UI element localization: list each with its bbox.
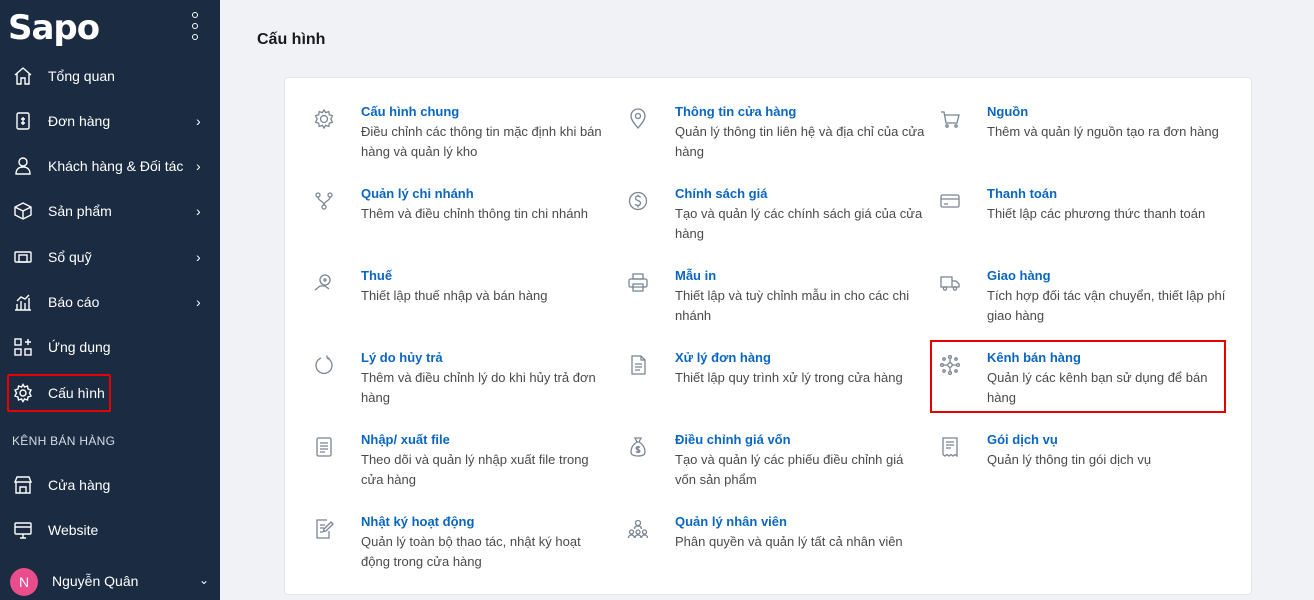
item-title: Nhật ký hoạt động	[361, 514, 475, 529]
item-title: Quản lý chi nhánh	[361, 186, 474, 201]
chevron-down-icon: ⌄	[199, 573, 210, 587]
chevron-right-icon: ›	[196, 249, 201, 265]
truck-icon	[939, 272, 961, 294]
sidebar-item-website[interactable]: Website	[0, 508, 220, 552]
chevron-right-icon: ›	[196, 294, 201, 310]
sidebar-item-reports[interactable]: Báo cáo ›	[0, 280, 220, 324]
sidebar-item-overview[interactable]: Tổng quan	[0, 54, 220, 98]
item-description: Quản lý thông tin gói dịch vụ	[987, 452, 1152, 467]
item-description: Tạo và quản lý các chính sách giá của cử…	[675, 206, 923, 241]
item-description: Quản lý thông tin liên hệ và địa chỉ của…	[675, 124, 925, 159]
chevron-right-icon: ›	[196, 113, 201, 129]
item-description: Thêm và điều chỉnh lý do khi hủy trả đơn…	[361, 370, 596, 405]
item-description: Tạo và quản lý các phiếu điều chỉnh giá …	[675, 452, 904, 487]
user-menu[interactable]: N Nguyễn Quân ⌄	[0, 562, 220, 600]
location-pin-icon	[627, 108, 649, 130]
staff-icon	[627, 518, 649, 540]
sidebar-item-apps[interactable]: Ứng dụng	[0, 325, 220, 369]
sidebar-item-products[interactable]: Sản phẩm ›	[0, 189, 220, 233]
brand-name: Sapo	[8, 8, 100, 48]
box-icon	[12, 200, 34, 222]
chevron-right-icon: ›	[196, 203, 201, 219]
sidebar-item-label: Khách hàng & Đối tác	[48, 158, 184, 174]
page-title: Cấu hình	[257, 31, 326, 48]
item-description: Thiết lập các phương thức thanh toán	[987, 206, 1206, 221]
item-title: Điều chỉnh giá vốn	[675, 432, 791, 447]
sidebar-item-label: Cửa hàng	[48, 477, 111, 493]
item-description: Theo dõi và quản lý nhập xuất file trong…	[361, 452, 589, 487]
item-title: Lý do hủy trả	[361, 350, 443, 365]
item-title: Xử lý đơn hàng	[675, 350, 771, 365]
tax-icon	[313, 272, 335, 294]
sidebar-item-label: Báo cáo	[48, 294, 100, 310]
active-item-highlight	[7, 374, 111, 412]
receipt-icon	[939, 436, 961, 458]
sidebar-item-label: Ứng dụng	[48, 339, 111, 355]
user-name: Nguyễn Quân	[52, 573, 139, 589]
more-options-icon[interactable]	[191, 12, 199, 40]
item-title: Thông tin cửa hàng	[675, 104, 797, 119]
sidebar-item-label: Website	[48, 522, 99, 538]
dollar-icon	[627, 190, 649, 212]
sidebar-item-label: Tổng quan	[48, 68, 115, 84]
cashbook-icon	[12, 246, 34, 268]
edit-log-icon	[313, 518, 335, 540]
item-title: Chính sách giá	[675, 186, 768, 201]
sidebar-item-cashbook[interactable]: Sổ quỹ ›	[0, 235, 220, 279]
branch-icon	[313, 190, 335, 212]
apps-icon	[12, 336, 34, 358]
item-title: Thanh toán	[987, 186, 1058, 201]
sidebar-item-orders[interactable]: Đơn hàng ›	[0, 99, 220, 143]
item-description: Quản lý toàn bộ thao tác, nhật ký hoạt đ…	[361, 534, 581, 569]
website-icon	[12, 519, 34, 541]
store-icon	[12, 474, 34, 496]
cart-icon	[939, 108, 961, 130]
item-description: Phân quyền và quản lý tất cả nhân viên	[675, 534, 903, 549]
sidebar-item-store[interactable]: Cửa hàng	[0, 463, 220, 507]
sidebar-item-label: Sản phẩm	[48, 203, 112, 219]
sales-channels-heading: KÊNH BÁN HÀNG	[12, 434, 116, 448]
item-title: Thuế	[361, 268, 393, 283]
item-description: Thiết lập thuế nhập và bán hàng	[361, 288, 548, 303]
report-icon	[12, 291, 34, 313]
item-title: Giao hàng	[987, 268, 1051, 283]
file-icon	[313, 436, 335, 458]
sidebar-item-label: Sổ quỹ	[48, 249, 92, 265]
item-title: Quản lý nhân viên	[675, 514, 787, 529]
money-bag-icon	[627, 436, 649, 458]
item-description: Thêm và điều chỉnh thông tin chi nhánh	[361, 206, 588, 221]
item-title: Nhập/ xuất file	[361, 432, 450, 447]
sidebar-item-label: Đơn hàng	[48, 113, 111, 129]
home-icon	[12, 65, 34, 87]
item-title: Mẫu in	[675, 268, 717, 283]
document-icon	[627, 354, 649, 376]
item-description: Tích hợp đối tác vận chuyển, thiết lập p…	[987, 288, 1226, 323]
sidebar: Sapo Tổng quan Đơn hàng › Khách hàng & Đ…	[0, 0, 220, 600]
sales-channels-highlight	[930, 340, 1226, 413]
orders-icon	[12, 110, 34, 132]
item-title: Cấu hình chung	[361, 104, 460, 119]
sapo-logo[interactable]: Sapo	[8, 6, 100, 50]
printer-icon	[627, 272, 649, 294]
avatar: N	[10, 568, 38, 596]
item-description: Thêm và quản lý nguồn tạo ra đơn hàng	[987, 124, 1219, 139]
chevron-right-icon: ›	[196, 158, 201, 174]
user-icon	[12, 155, 34, 177]
item-description: Thiết lập và tuỳ chỉnh mẫu in cho các ch…	[675, 288, 910, 323]
sidebar-item-customers[interactable]: Khách hàng & Đối tác ›	[0, 144, 220, 188]
item-title: Gói dịch vụ	[987, 432, 1058, 447]
item-title: Nguồn	[987, 104, 1029, 119]
gear-icon	[313, 108, 335, 130]
refresh-icon	[313, 354, 335, 376]
card-icon	[939, 190, 961, 212]
item-description: Điều chỉnh các thông tin mặc định khi bá…	[361, 124, 602, 159]
item-description: Thiết lập quy trình xử lý trong cửa hàng	[675, 370, 903, 385]
